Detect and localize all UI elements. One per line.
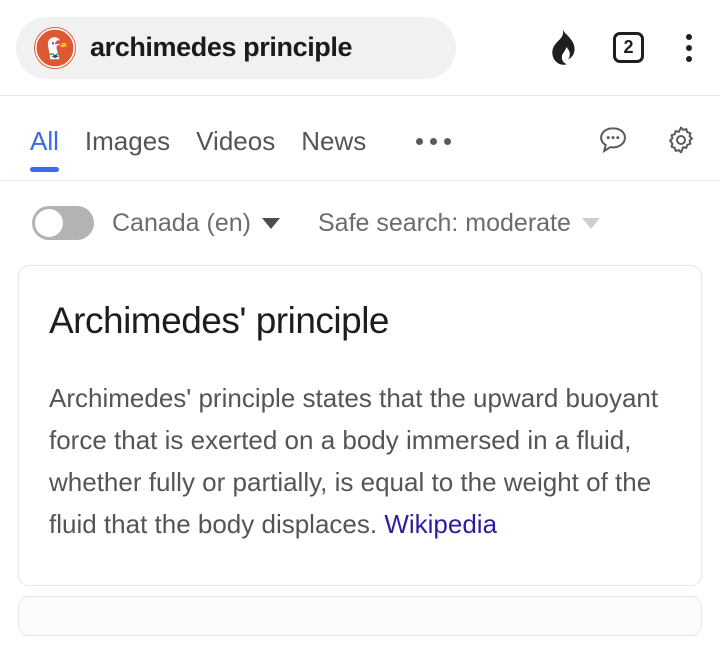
duckduckgo-ai-chat-icon[interactable] xyxy=(596,123,630,157)
more-dot xyxy=(430,137,438,145)
browser-top-bar: archimedes principle 2 xyxy=(0,0,720,96)
kebab-dot xyxy=(686,55,692,62)
abstract-text: Archimedes' principle states that the up… xyxy=(49,377,671,545)
chevron-down-icon xyxy=(261,217,280,229)
fireproof-burn-icon[interactable] xyxy=(545,28,579,68)
tab-all[interactable]: All xyxy=(30,96,59,180)
settings-gear-icon[interactable] xyxy=(664,123,698,157)
abstract-body: Archimedes' principle states that the up… xyxy=(49,383,659,540)
duckduckgo-duck-icon xyxy=(34,26,76,69)
omnibox-query-text: archimedes principle xyxy=(90,32,353,62)
tab-count-value: 2 xyxy=(623,37,634,57)
page-title: Archimedes' principle xyxy=(49,300,390,341)
more-dot xyxy=(416,137,424,145)
tab-count-badge[interactable]: 2 xyxy=(613,32,644,63)
instant-answer-card: Archimedes' principle Archimedes' princi… xyxy=(18,265,702,587)
chevron-down-icon xyxy=(581,217,600,229)
search-vertical-tabs: All Images Videos News xyxy=(0,96,720,181)
tab-news[interactable]: News xyxy=(301,96,366,180)
more-dot xyxy=(444,137,452,145)
next-result-card[interactable] xyxy=(18,596,702,637)
more-tabs-icon[interactable] xyxy=(404,132,463,145)
anonymous-toggle[interactable] xyxy=(32,206,94,240)
kebab-dot xyxy=(686,33,692,40)
tab-videos[interactable]: Videos xyxy=(196,96,275,180)
overflow-menu-icon[interactable] xyxy=(678,30,700,66)
search-input[interactable]: archimedes principle xyxy=(16,16,456,79)
region-select-label: Canada (en) xyxy=(112,208,251,237)
tab-images[interactable]: Images xyxy=(85,96,170,180)
safe-search-select[interactable]: Safe search: moderate xyxy=(318,209,600,238)
region-select[interactable]: Canada (en) xyxy=(112,209,280,238)
tabs-right-icons xyxy=(596,119,698,157)
tab-list: All Images Videos News xyxy=(30,96,463,180)
safe-search-label: Safe search: moderate xyxy=(317,208,571,237)
kebab-dot xyxy=(686,44,692,51)
browser-action-icons: 2 xyxy=(456,28,706,68)
results-area: Archimedes' principle Archimedes' princi… xyxy=(0,265,720,637)
abstract-source-link[interactable]: Wikipedia xyxy=(384,509,497,539)
search-filters-row: Canada (en) Safe search: moderate xyxy=(0,181,720,265)
